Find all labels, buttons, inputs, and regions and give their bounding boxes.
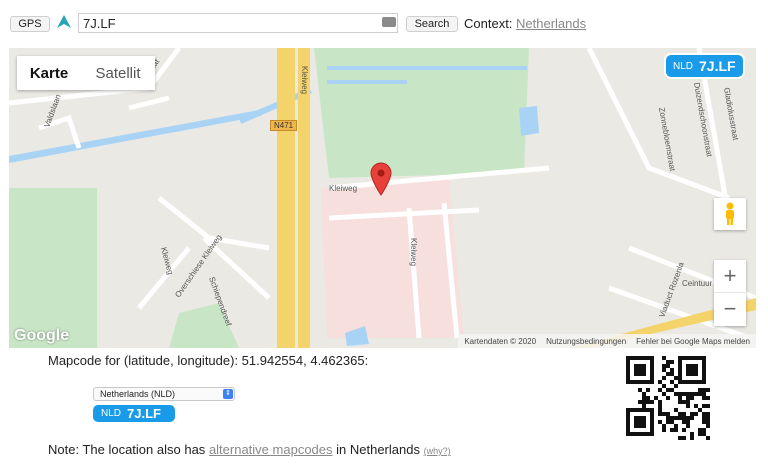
map-attribution: Kartendaten © 2020 Nutzungsbedingungen F…: [458, 334, 756, 348]
map-pin-icon[interactable]: [370, 162, 392, 196]
pegman-icon: [726, 202, 734, 225]
zoom-out-button[interactable]: −: [714, 293, 746, 325]
map-view[interactable]: Kleiweg Kleiweg Kleiweg Kleiweg Zonneblo…: [9, 48, 756, 348]
highway-n471: [277, 48, 295, 348]
park-area: [9, 188, 97, 348]
road-label-ceintuur: Ceintuur: [682, 279, 713, 288]
mapcode-badge-map: NLD 7J.LF: [666, 55, 743, 77]
pegman-control[interactable]: [714, 198, 746, 230]
industrial-area: [321, 178, 464, 338]
attribution-data: Kartendaten © 2020: [464, 336, 537, 346]
search-button[interactable]: Search: [406, 16, 458, 32]
territory-select[interactable]: Netherlands (NLD) ⇕: [93, 387, 235, 401]
zoom-in-button[interactable]: +: [714, 260, 746, 293]
mapcode-input-value: 7J.LF: [83, 15, 116, 31]
map-type-karte[interactable]: Karte: [17, 56, 81, 90]
why-link[interactable]: (why?): [424, 446, 451, 456]
gps-button-label: GPS: [18, 18, 42, 30]
road-label-kleiweg: Kleiweg: [159, 246, 175, 275]
search-button-label: Search: [414, 18, 450, 30]
keyboard-icon[interactable]: [382, 17, 396, 27]
badge-code: 7J.LF: [127, 406, 161, 421]
map-type-satellit[interactable]: Satellit: [81, 56, 155, 90]
qr-code: [626, 356, 710, 440]
coords-text: Mapcode for (latitude, longitude): 51.94…: [48, 353, 369, 368]
context-link[interactable]: Netherlands: [516, 16, 586, 31]
navigation-arrow-icon[interactable]: [56, 14, 72, 30]
gps-button[interactable]: GPS: [10, 16, 50, 32]
road-label-gladiolusstraat: Gladiolusstraat: [722, 87, 740, 142]
attribution-report-link[interactable]: Fehler bei Google Maps melden: [636, 337, 750, 346]
road-label-kleiweg: Kleiweg: [329, 184, 357, 193]
context-label: Context:: [464, 16, 513, 31]
select-arrows-icon: ⇕: [223, 389, 233, 399]
alternative-note: Note: The location also has alternative …: [48, 442, 451, 457]
road-shield-n471: N471: [270, 120, 298, 131]
mapcode-badge-result: NLD 7J.LF: [93, 405, 175, 422]
map-type-control: Karte Satellit: [17, 56, 155, 90]
note-suffix: in Netherlands: [336, 442, 420, 457]
badge-code: 7J.LF: [699, 58, 736, 74]
mapcode-input[interactable]: 7J.LF: [78, 13, 398, 33]
road-label-zonnebloemstraat: Zonnebloemstraat: [657, 107, 677, 173]
attribution-terms-link[interactable]: Nutzungsbedingungen: [546, 337, 626, 346]
note-prefix: Note: The location also has: [48, 442, 206, 457]
alternative-mapcodes-link[interactable]: alternative mapcodes: [209, 442, 333, 457]
territory-select-value: Netherlands (NLD): [100, 389, 176, 399]
badge-country: NLD: [673, 60, 694, 72]
pond: [519, 106, 539, 136]
road-label-kleiweg: Kleiweg: [409, 238, 418, 266]
canal: [327, 66, 527, 70]
canal: [327, 80, 407, 84]
google-logo[interactable]: Google: [14, 327, 69, 345]
badge-country: NLD: [101, 408, 122, 419]
road-label-kleiweg: Kleiweg: [300, 66, 309, 94]
map-canvas[interactable]: Kleiweg Kleiweg Kleiweg Kleiweg Zonneblo…: [9, 48, 756, 348]
zoom-control: + −: [714, 260, 746, 326]
